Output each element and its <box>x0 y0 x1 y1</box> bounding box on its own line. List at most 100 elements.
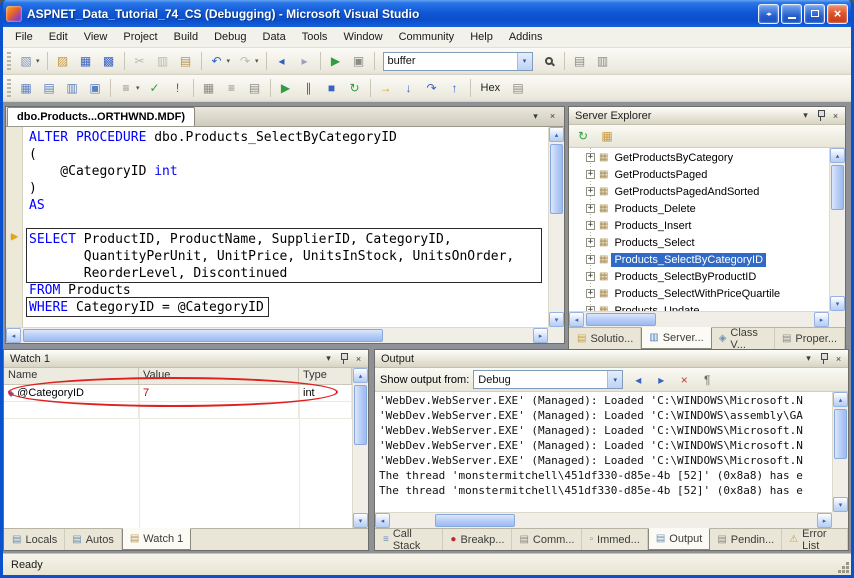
redo-icon[interactable]: ↷ <box>234 51 256 71</box>
output-source-dropdown-icon[interactable]: ▾ <box>607 371 622 388</box>
tree-horizontal-scrollbar[interactable]: ◂ ▸ <box>569 311 829 327</box>
close-panel-button[interactable]: × <box>831 352 846 366</box>
close-panel-button[interactable]: × <box>828 109 843 123</box>
toolbar-grip[interactable] <box>7 79 11 97</box>
undo-icon[interactable]: ↶ <box>206 51 228 71</box>
tree-vertical-scrollbar[interactable]: ▴ ▾ <box>829 148 845 311</box>
auto-hide-button[interactable] <box>813 109 828 123</box>
tree-item-products-delete[interactable]: +▦Products_Delete <box>569 200 829 217</box>
find-combo[interactable]: buffer▾ <box>383 52 533 71</box>
expand-plus-icon[interactable]: + <box>586 238 595 247</box>
scroll-up-button[interactable]: ▴ <box>833 392 848 407</box>
show-sql-pane-icon[interactable]: ▥ <box>61 78 83 98</box>
server-explorer-tree[interactable]: +▦GetProductsByCategory+▦GetProductsPage… <box>569 148 829 311</box>
watch-column-name[interactable]: Name <box>4 368 139 384</box>
titlebar[interactable]: ASPNET_Data_Tutorial_74_CS (Debugging) -… <box>0 0 854 27</box>
window-position-button[interactable]: ▾ <box>801 352 816 366</box>
expand-plus-icon[interactable]: + <box>586 289 595 298</box>
menu-item-data[interactable]: Data <box>255 28 294 46</box>
editor-breakpoint-margin[interactable] <box>6 127 23 327</box>
scrollbar-thumb[interactable] <box>435 514 515 527</box>
watch-column-value[interactable]: Value <box>139 368 299 384</box>
clear-all-icon[interactable]: × <box>673 370 695 390</box>
menu-item-window[interactable]: Window <box>335 28 390 46</box>
expand-plus-icon[interactable]: + <box>586 221 595 230</box>
scroll-up-button[interactable]: ▴ <box>353 368 368 383</box>
hex-toggle[interactable]: Hex <box>475 80 507 96</box>
minimize-button[interactable] <box>781 4 802 24</box>
scroll-up-button[interactable]: ▴ <box>549 127 564 142</box>
menu-item-help[interactable]: Help <box>462 28 501 46</box>
step-over-icon[interactable]: ↷ <box>421 78 443 98</box>
show-results-pane-icon[interactable]: ▣ <box>84 78 106 98</box>
navigate-forward-icon[interactable]: ▸ <box>294 51 316 71</box>
menu-item-build[interactable]: Build <box>166 28 206 46</box>
watch-area-tab-locals[interactable]: ▤Locals <box>5 529 65 550</box>
scroll-down-button[interactable]: ▾ <box>353 513 368 528</box>
editor-horizontal-scrollbar[interactable]: ◂ ▸ <box>6 327 548 343</box>
server-area-tab-proper[interactable]: ▤Proper... <box>775 328 845 349</box>
code-editor[interactable]: ALTER PROCEDURE dbo.Products_SelectByCat… <box>23 127 548 327</box>
window-switch-button[interactable]: ◂▸ <box>758 4 779 24</box>
expand-plus-icon[interactable]: + <box>586 204 595 213</box>
menu-item-view[interactable]: View <box>76 28 116 46</box>
scrollbar-thumb[interactable] <box>550 144 563 214</box>
scrollbar-thumb[interactable] <box>586 313 656 326</box>
scroll-right-button[interactable]: ▸ <box>533 328 548 343</box>
watch-area-tab-autos[interactable]: ▤Autos <box>65 529 122 550</box>
paste-icon[interactable]: ▤ <box>175 51 197 71</box>
save-all-icon[interactable]: ▩ <box>98 51 120 71</box>
verify-sql-icon[interactable]: ✓ <box>144 78 166 98</box>
execute-sql-icon[interactable]: ! <box>167 78 189 98</box>
document-tab[interactable]: dbo.Products...ORTHWND.MDF) <box>7 107 195 126</box>
tree-item-getproductsbycategory[interactable]: +▦GetProductsByCategory <box>569 149 829 166</box>
server-area-tab-solutio[interactable]: ▤Solutio... <box>570 328 641 349</box>
generate-sql-icon[interactable]: ▤ <box>244 78 266 98</box>
scrollbar-thumb[interactable] <box>831 165 844 210</box>
window-position-button[interactable]: ▾ <box>321 352 336 366</box>
save-icon[interactable]: ▦ <box>75 51 97 71</box>
close-panel-button[interactable]: × <box>351 352 366 366</box>
show-next-statement-icon[interactable]: → <box>375 78 397 98</box>
expand-plus-icon[interactable]: + <box>586 170 595 179</box>
scroll-left-button[interactable]: ◂ <box>375 513 390 528</box>
tree-item-products-select[interactable]: +▦Products_Select <box>569 234 829 251</box>
word-wrap-icon[interactable]: ¶ <box>696 370 718 390</box>
navigate-backward-icon[interactable]: ◂ <box>271 51 293 71</box>
scroll-down-button[interactable]: ▾ <box>549 312 564 327</box>
scroll-left-button[interactable]: ◂ <box>569 312 584 327</box>
output-titlebar[interactable]: Output ▾ × <box>375 350 848 368</box>
menu-item-addins[interactable]: Addins <box>501 28 551 46</box>
start-debugging-icon[interactable]: ▶ <box>325 51 347 71</box>
menu-item-project[interactable]: Project <box>115 28 165 46</box>
change-type-icon[interactable]: ≡ <box>115 78 137 98</box>
scroll-up-button[interactable]: ▴ <box>830 148 845 163</box>
show-criteria-pane-icon[interactable]: ▤ <box>38 78 60 98</box>
open-file-icon[interactable]: ▨ <box>52 51 74 71</box>
restart-icon[interactable]: ↻ <box>344 78 366 98</box>
output-area-tab-pendin[interactable]: ▤Pendin... <box>710 529 782 550</box>
menu-item-debug[interactable]: Debug <box>206 28 254 46</box>
server-explorer-titlebar[interactable]: Server Explorer ▾ × <box>569 107 845 125</box>
editor-vertical-scrollbar[interactable]: ▴ ▾ <box>548 127 564 327</box>
step-into-icon[interactable]: ↓ <box>398 78 420 98</box>
document-close-button[interactable]: × <box>545 109 560 123</box>
tree-item-products-selectwithpricequartile[interactable]: +▦Products_SelectWithPriceQuartile <box>569 285 829 302</box>
restore-button[interactable] <box>804 4 825 24</box>
scroll-right-button[interactable]: ▸ <box>817 513 832 528</box>
output-area-tab-breakp[interactable]: ●Breakp... <box>443 529 512 550</box>
menu-item-edit[interactable]: Edit <box>41 28 76 46</box>
add-new-item-icon-dropdown-icon[interactable]: ▾ <box>36 57 40 65</box>
add-new-item-icon[interactable]: ▧ <box>15 51 37 71</box>
scrollbar-thumb[interactable] <box>834 409 847 459</box>
add-group-by-icon[interactable]: ≡ <box>221 78 243 98</box>
find-combo-dropdown-icon[interactable]: ▾ <box>517 53 532 70</box>
stop-debugging-icon[interactable]: ■ <box>321 78 343 98</box>
undo-icon-dropdown-icon[interactable]: ▾ <box>227 57 231 65</box>
scroll-down-button[interactable]: ▾ <box>833 497 848 512</box>
server-area-tab-class-v[interactable]: ◈Class V... <box>712 328 775 349</box>
output-log[interactable]: 'WebDev.WebServer.EXE' (Managed): Loaded… <box>375 392 832 512</box>
watch-column-type[interactable]: Type <box>299 368 352 384</box>
auto-hide-button[interactable] <box>336 352 351 366</box>
scroll-right-button[interactable]: ▸ <box>814 312 829 327</box>
